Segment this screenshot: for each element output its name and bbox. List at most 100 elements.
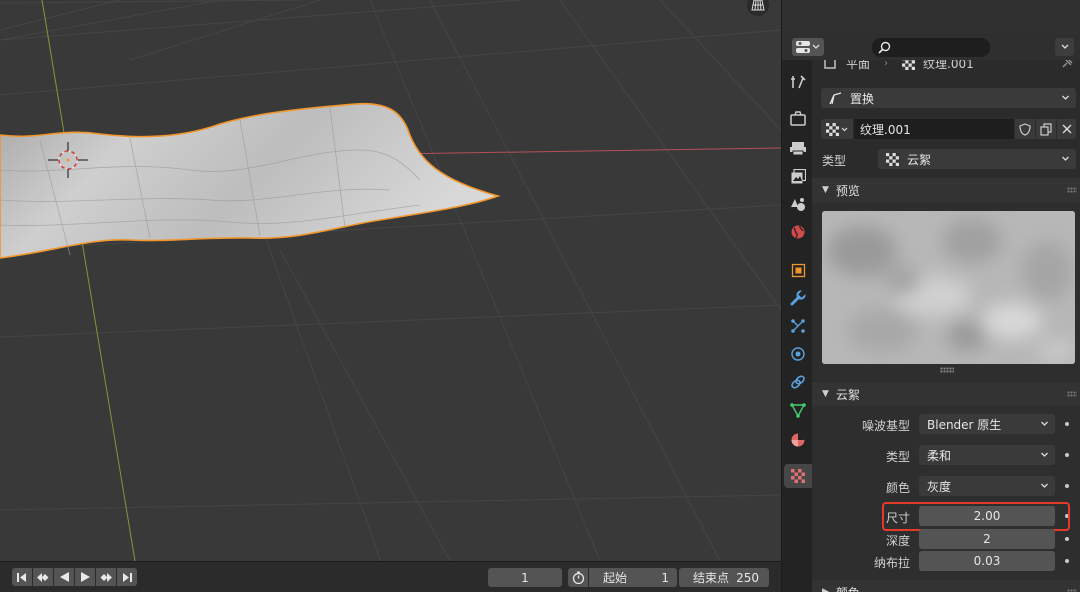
displaced-plane-mesh[interactable] [0, 102, 501, 259]
end-frame-field[interactable]: 结束点 250 [679, 568, 769, 587]
properties-editor-icon [796, 41, 810, 53]
texture-slot-value: 置换 [850, 91, 875, 106]
prev-keyframe-icon[interactable] [33, 568, 53, 586]
drag-grip-icon[interactable] [1067, 187, 1077, 193]
color-mode-label: 颜色 [885, 481, 910, 495]
object-tab-icon[interactable] [786, 258, 810, 282]
output-tab-icon[interactable] [786, 136, 810, 160]
object-data-tab-icon[interactable] [786, 398, 810, 422]
properties-editor: 平面 › 纹理.001 置换 纹理.001 类型 云絮 ▼ 预览 ▼ 云絮 噪波… [781, 0, 1080, 592]
keyframe-dot-icon[interactable] [1065, 537, 1069, 541]
start-frame-label: 起始 [603, 571, 628, 585]
depth-field[interactable]: 2 [919, 529, 1055, 549]
keyframe-dot-icon[interactable] [1065, 559, 1069, 563]
browse-texture-button[interactable] [821, 119, 853, 139]
chevron-down-icon [1041, 452, 1048, 457]
texture-tab-icon[interactable] [784, 464, 812, 488]
search-icon [878, 41, 891, 54]
shield-icon [1019, 122, 1031, 136]
particles-tab-icon[interactable] [786, 314, 810, 338]
constraints-tab-icon[interactable] [786, 370, 810, 394]
play-icon[interactable] [75, 568, 95, 586]
play-reverse-icon[interactable] [54, 568, 74, 586]
noise-type-dropdown[interactable]: 柔和 [919, 445, 1055, 465]
chevron-down-icon [1062, 156, 1069, 161]
expand-triangle-icon: ▼ [822, 185, 829, 195]
expand-triangle-icon: ▼ [822, 389, 829, 399]
keyframe-dot-icon[interactable] [1065, 484, 1069, 488]
next-keyframe-icon[interactable] [96, 568, 116, 586]
resize-grip-icon[interactable] [940, 367, 954, 373]
properties-tabs [782, 60, 812, 592]
start-frame-field[interactable]: 起始 1 [589, 568, 677, 587]
nabla-label: 纳布拉 [873, 556, 910, 570]
texture-name-field[interactable]: 纹理.001 [854, 119, 1014, 139]
fake-user-button[interactable] [1015, 119, 1035, 139]
noise-type-value: 柔和 [927, 448, 952, 463]
preview-section-title: 预览 [835, 183, 860, 198]
noise-basis-label: 噪波基型 [861, 419, 910, 433]
stopwatch-icon[interactable] [568, 568, 588, 587]
search-input[interactable] [872, 38, 990, 57]
colors-section-title: 颜色 [836, 584, 860, 592]
texture-properties-panel: 平面 › 纹理.001 置换 纹理.001 类型 云絮 ▼ 预览 ▼ 云絮 噪波… [812, 60, 1080, 592]
unlink-texture-button[interactable] [1057, 119, 1076, 139]
noise-basis-value: Blender 原生 [927, 417, 1002, 432]
jump-start-icon[interactable] [12, 568, 32, 586]
floor-grid [0, 0, 781, 561]
chevron-down-icon [1061, 44, 1068, 49]
end-frame-label: 结束点 [693, 571, 730, 585]
checker-texture-icon [886, 152, 899, 166]
breadcrumb-texture: 纹理.001 [923, 60, 974, 71]
texture-slot-dropdown[interactable]: 置换 [821, 88, 1076, 108]
color-mode-value: 灰度 [927, 479, 952, 494]
clouds-section-header[interactable]: ▼ 云絮 [812, 382, 1080, 406]
pin-icon[interactable] [1061, 60, 1073, 69]
chevron-down-icon [1041, 483, 1048, 488]
editor-type-menu[interactable] [792, 38, 824, 56]
colors-section-header[interactable]: ▶ 颜色 [812, 580, 1080, 592]
timeline-bar: 1 起始 1 结束点 250 [0, 561, 781, 592]
material-tab-icon[interactable] [786, 428, 810, 452]
keyframe-dot-icon[interactable] [1065, 453, 1069, 457]
scene-tab-icon[interactable] [786, 192, 810, 216]
view-layer-tab-icon[interactable] [786, 164, 810, 188]
texture-type-dropdown[interactable]: 云絮 [878, 149, 1076, 169]
modifier-tab-icon[interactable] [786, 286, 810, 310]
clouds-section-title: 云絮 [835, 387, 860, 402]
checker-texture-icon [826, 122, 839, 136]
start-frame-value: 1 [661, 570, 669, 585]
duplicate-icon [1040, 122, 1052, 136]
collapsed-triangle-icon: ▶ [822, 587, 829, 592]
chevron-down-icon [1041, 421, 1048, 426]
playback-controls [12, 568, 137, 586]
tool-tab-icon[interactable] [786, 70, 810, 94]
render-tab-icon[interactable] [786, 106, 810, 130]
texture-type-value: 云絮 [907, 152, 932, 167]
drag-grip-icon[interactable] [1067, 391, 1077, 397]
current-frame-field[interactable]: 1 [488, 568, 562, 587]
duplicate-texture-button[interactable] [1036, 119, 1056, 139]
noise-basis-dropdown[interactable]: Blender 原生 [919, 414, 1055, 434]
keyframe-dot-icon[interactable] [1065, 422, 1069, 426]
displace-modifier-icon [829, 91, 842, 104]
color-mode-dropdown[interactable]: 灰度 [919, 476, 1055, 496]
physics-tab-icon[interactable] [786, 342, 810, 366]
size-highlight-box [882, 502, 1070, 531]
chevron-down-icon [841, 127, 848, 131]
options-dropdown[interactable] [1055, 38, 1074, 56]
depth-label: 深度 [885, 534, 910, 548]
close-icon [1062, 124, 1071, 134]
nabla-field[interactable]: 0.03 [919, 551, 1055, 571]
3d-viewport[interactable] [0, 0, 781, 561]
chevron-down-icon [1062, 95, 1069, 100]
mesh-object-icon [824, 60, 836, 69]
breadcrumb-separator-icon: › [884, 60, 889, 69]
chevron-down-icon [812, 44, 820, 49]
end-frame-value: 250 [736, 570, 759, 585]
world-tab-icon[interactable] [786, 220, 810, 244]
jump-end-icon[interactable] [117, 568, 137, 586]
viewport-scene [0, 0, 781, 561]
texture-preview [822, 211, 1075, 364]
preview-section-header[interactable]: ▼ 预览 [812, 178, 1080, 202]
